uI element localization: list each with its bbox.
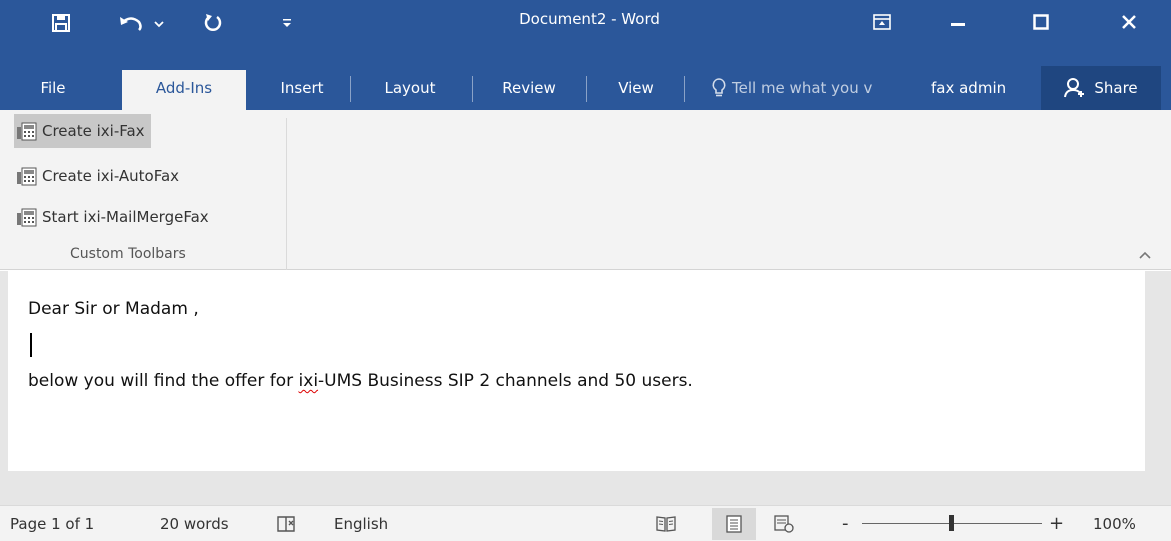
- customize-qat-icon[interactable]: [277, 8, 297, 38]
- print-layout-icon[interactable]: [712, 508, 756, 540]
- body-text-start: below you will find the offer for: [28, 371, 299, 391]
- close-icon[interactable]: [1086, 0, 1171, 44]
- tab-review[interactable]: Review: [484, 66, 574, 110]
- ribbon-panel: Create ixi-Fax Create ixi-AutoFax Start …: [0, 110, 1171, 270]
- create-ixi-fax-label: Create ixi-Fax: [42, 122, 145, 140]
- zoom-slider-thumb[interactable]: [949, 515, 954, 531]
- create-ixi-autofax-button[interactable]: Create ixi-AutoFax: [14, 159, 185, 193]
- fax-icon: [17, 208, 37, 227]
- document-page[interactable]: Dear Sir or Madam , below you will find …: [8, 271, 1145, 471]
- create-ixi-fax-button[interactable]: Create ixi-Fax: [14, 114, 151, 148]
- maximize-icon[interactable]: [1000, 0, 1082, 44]
- user-name[interactable]: fax admin: [931, 66, 1006, 110]
- misspelled-word[interactable]: ixi: [299, 371, 319, 391]
- save-icon[interactable]: [44, 8, 78, 38]
- word-count[interactable]: 20 words: [160, 506, 229, 541]
- document-canvas: Dear Sir or Madam , below you will find …: [0, 271, 1171, 505]
- tab-insert[interactable]: Insert: [262, 66, 342, 110]
- redo-icon[interactable]: [198, 8, 228, 38]
- create-ixi-autofax-label: Create ixi-AutoFax: [42, 167, 180, 185]
- group-separator: [286, 118, 287, 270]
- language-indicator[interactable]: English: [334, 506, 388, 541]
- status-bar: Page 1 of 1 20 words English - + 100%: [0, 505, 1171, 541]
- proofing-icon[interactable]: [276, 506, 298, 541]
- read-mode-icon[interactable]: [644, 508, 688, 540]
- collapse-ribbon-icon[interactable]: [1138, 248, 1152, 264]
- share-button[interactable]: Share: [1041, 66, 1161, 110]
- undo-icon[interactable]: [115, 8, 167, 38]
- vertical-scrollbar[interactable]: [1145, 271, 1171, 505]
- minimize-icon[interactable]: [918, 0, 998, 44]
- title-bar: Document2 - Word: [0, 0, 1171, 66]
- zoom-out-button[interactable]: -: [842, 506, 849, 541]
- zoom-in-button[interactable]: +: [1049, 506, 1064, 541]
- zoom-level[interactable]: 100%: [1093, 506, 1136, 541]
- tab-view[interactable]: View: [600, 66, 672, 110]
- fax-icon: [17, 167, 37, 186]
- share-label: Share: [1094, 79, 1138, 97]
- ribbon-display-options-icon[interactable]: [846, 0, 918, 44]
- start-ixi-mailmergefax-button[interactable]: Start ixi-MailMergeFax: [14, 200, 215, 234]
- tell-me-placeholder: Tell me what you v: [732, 79, 873, 97]
- tab-file[interactable]: File: [30, 66, 76, 110]
- text-cursor: [30, 333, 32, 357]
- tell-me-box[interactable]: Tell me what you v: [712, 66, 872, 110]
- start-ixi-mailmergefax-label: Start ixi-MailMergeFax: [42, 208, 209, 226]
- paragraph-body: below you will find the offer for ixi-UM…: [28, 371, 693, 391]
- person-add-icon: [1064, 78, 1085, 98]
- tab-add-ins[interactable]: Add-Ins: [122, 70, 246, 110]
- page-count[interactable]: Page 1 of 1: [10, 506, 94, 541]
- tab-layout[interactable]: Layout: [366, 66, 454, 110]
- fax-icon: [17, 122, 37, 141]
- lightbulb-icon: [712, 78, 726, 97]
- paragraph-salutation: Dear Sir or Madam ,: [28, 299, 199, 319]
- web-layout-icon[interactable]: [762, 508, 806, 540]
- group-label-custom-toolbars: Custom Toolbars: [70, 246, 186, 262]
- ribbon-tabs: File Add-Ins Insert Layout Review View T…: [0, 66, 1171, 110]
- body-text-end: -UMS Business SIP 2 channels and 50 user…: [318, 371, 693, 391]
